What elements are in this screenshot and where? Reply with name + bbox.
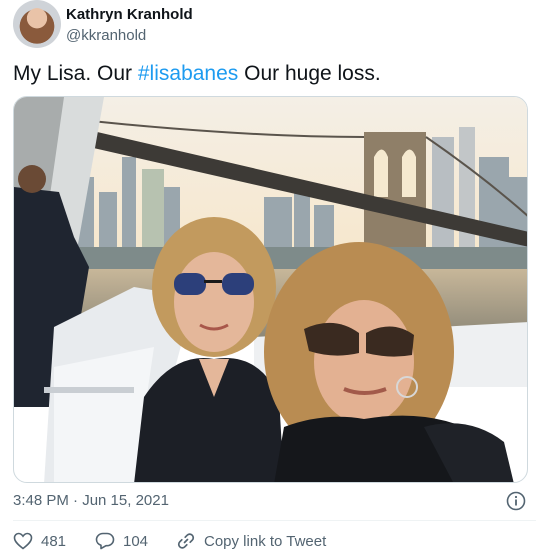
like-count: 481 [41, 532, 67, 550]
reply-count: 104 [123, 532, 149, 550]
link-icon [177, 533, 195, 549]
hashtag-link[interactable]: #lisabanes [138, 62, 238, 85]
heart-icon [13, 532, 33, 550]
actions-divider [13, 520, 536, 521]
photo-illustration [14, 97, 527, 482]
author-display-name[interactable]: Kathryn Kranhold [66, 6, 193, 23]
copy-link-label: Copy link to Tweet [204, 532, 327, 550]
tweet-text-end: Our huge loss. [238, 62, 381, 85]
author-handle[interactable]: @kkranhold [66, 27, 146, 44]
tweet-text: My Lisa. Our #lisabanes Our huge loss. [13, 62, 381, 86]
author-avatar[interactable] [13, 0, 61, 48]
tweet-timestamp[interactable]: 3:48 PM · Jun 15, 2021 [13, 492, 169, 509]
tweet-text-start: My Lisa. Our [13, 62, 138, 85]
like-button[interactable]: 481 [13, 532, 66, 550]
tweet-photo[interactable] [13, 96, 528, 483]
speech-bubble-icon [95, 532, 115, 550]
info-icon[interactable] [506, 491, 526, 511]
copy-link-button[interactable]: Copy link to Tweet [176, 532, 326, 550]
reply-button[interactable]: 104 [95, 532, 148, 550]
